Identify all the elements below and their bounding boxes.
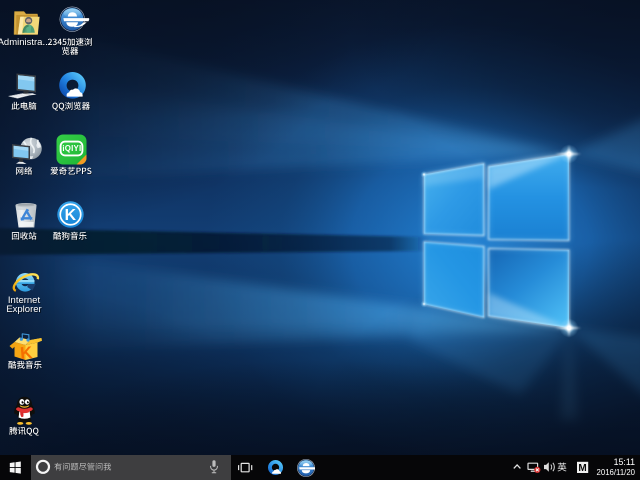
svg-text:iQIYI: iQIYI [62,144,81,153]
svg-text:Explorer: Explorer [6,304,41,315]
svg-text:K: K [65,207,77,224]
svg-text:M: M [578,463,586,474]
